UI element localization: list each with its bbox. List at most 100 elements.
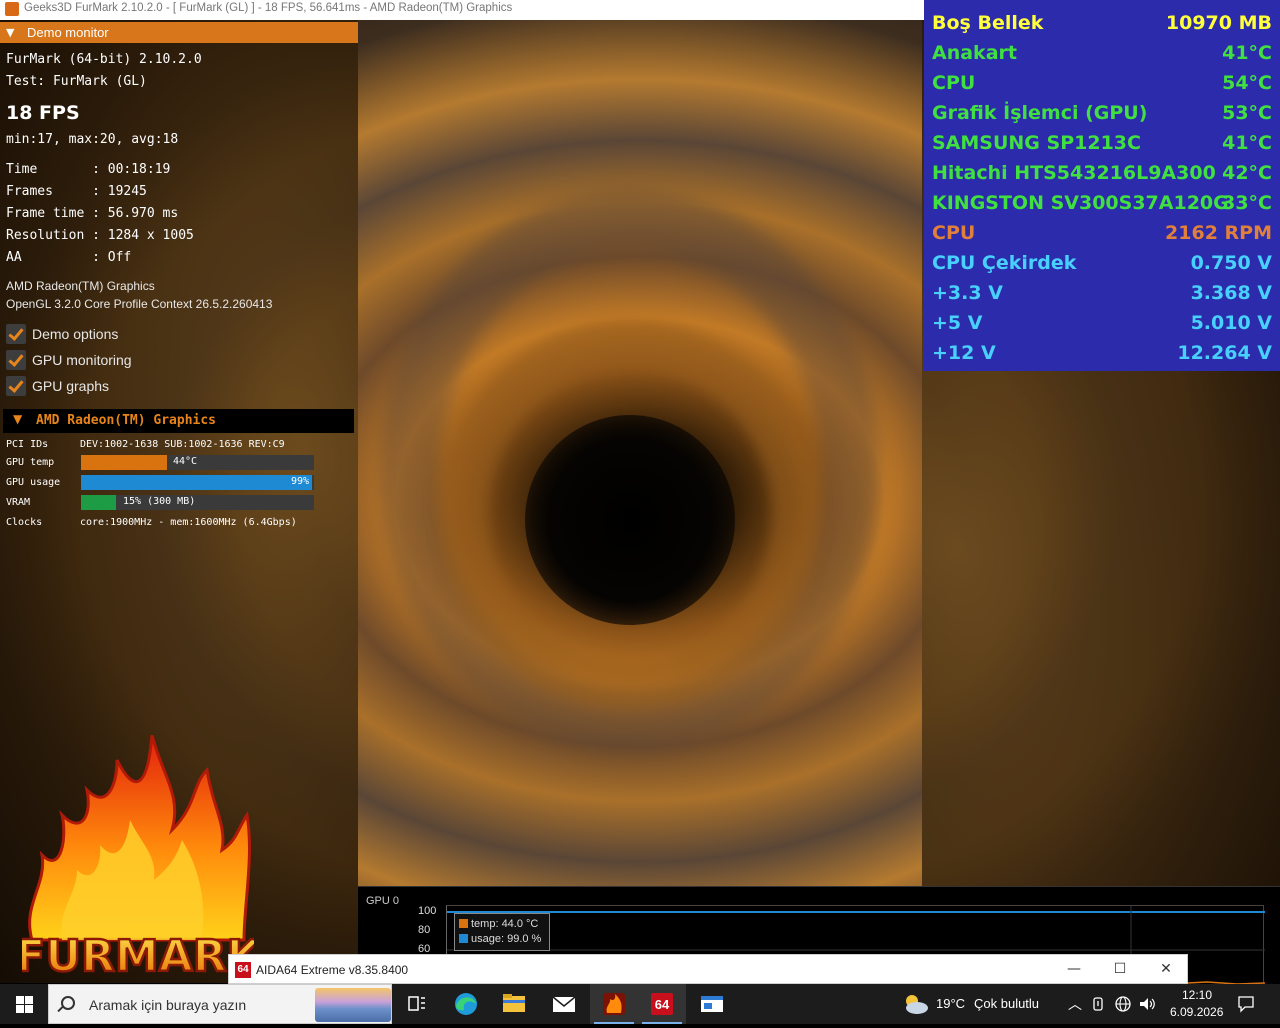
osd-row-label: SAMSUNG SP1213C [932,132,1141,154]
osd-row-label: CPU [932,222,976,244]
osd-row: Grafik İşlemci (GPU) 53°C [932,98,1272,128]
gpu-graphs-label[interactable]: GPU graphs [32,378,109,394]
gpu-panel-header[interactable]: ▼ AMD Radeon(TM) Graphics [3,409,354,433]
osd-row-label: Hitachi HTS543216L9A300 [932,162,1216,184]
gpu-temp-bar: 44°C [81,455,314,470]
gpu-panel-title: AMD Radeon(TM) Graphics [36,413,217,428]
osd-row: Hitachi HTS543216L9A300 42°C [932,158,1272,188]
gpu-usage-label: GPU usage [6,477,61,488]
taskbar-search-box[interactable]: Aramak için buraya yazın [48,984,392,1024]
osd-row-label: +5 V [932,312,983,334]
collapse-triangle-icon: ▼ [13,412,23,426]
y-tick-80: 80 [418,924,431,936]
osd-row-value: 33°C [1222,192,1272,214]
pci-value: DEV:1002-1638 SUB:1002-1636 REV:C9 [80,439,285,450]
app-version: FurMark (64-bit) 2.10.2.0 [6,52,202,67]
clock-time[interactable]: 12:10 [1182,988,1212,1002]
minimize-button[interactable]: — [1051,955,1097,985]
usb-device-icon[interactable] [1090,996,1106,1012]
stat-row-aa: AA : Off [6,250,132,265]
taskbar-app-window[interactable] [688,984,736,1024]
vram-label: VRAM [6,497,31,508]
network-globe-icon[interactable] [1114,995,1132,1013]
gpu-usage-bar-fill [81,475,312,490]
gpu-name: AMD Radeon(TM) Graphics [6,279,155,293]
taskbar-file-explorer[interactable] [490,984,538,1024]
clocks-label: Clocks [6,517,43,528]
taskbar-edge[interactable] [442,984,490,1024]
vram-bar: 15% (300 MB) [81,495,314,510]
windows-taskbar: Aramak için buraya yazın 64 19°C Çok bul… [0,984,1280,1024]
osd-row-value: 54°C [1222,72,1272,94]
gpu-temp-bar-fill [81,455,168,470]
gpu-monitoring-checkbox[interactable] [6,350,26,370]
osd-row: +3.3 V 3.368 V [932,278,1272,308]
pci-label: PCI IDs [6,439,49,450]
weather-cloud-icon[interactable] [902,992,930,1016]
osd-row-value: 2162 RPM [1165,222,1272,244]
demo-monitor-header[interactable]: ▼ Demo monitor [0,22,358,43]
app-window-icon [701,996,723,1012]
legend-temp: temp: 44.0 °C [459,918,538,930]
demo-monitor-label: Demo monitor [27,25,109,40]
system-tray: 19°C Çok bulutlu ︿ 12:10 6.09.2026 [890,984,1280,1024]
gpu-graphs-checkbox[interactable] [6,376,26,396]
test-name: Test: FurMark (GL) [6,74,147,89]
collapse-triangle-icon: ▼ [6,26,15,39]
osd-row-value: 10970 MB [1165,12,1272,34]
y-tick-100: 100 [418,905,437,917]
show-hidden-icons-chevron-icon[interactable]: ︿ [1068,994,1082,1014]
aida64-osd-panel: Boş Bellek 10970 MB Anakart 41°C CPU 54°C Graf… [924,0,1280,371]
gpu-temp-value: 44°C [173,456,198,467]
weather-temperature[interactable]: 19°C [936,996,965,1011]
fps-stats: min:17, max:20, avg:18 [6,132,179,147]
aida64-app-icon: 64 [235,962,251,978]
osd-row-value: 41°C [1222,132,1272,154]
osd-row: +5 V 5.010 V [932,308,1272,338]
gpu-graph-title: GPU 0 [366,895,400,907]
start-button[interactable] [0,984,48,1024]
osd-row: Boş Bellek 10970 MB [932,8,1272,38]
osd-row-value: 5.010 V [1190,312,1272,334]
demo-options-label[interactable]: Demo options [32,326,118,342]
task-view-button[interactable] [392,984,440,1024]
osd-row-label: KINGSTON SV300S37A120G [932,192,1229,214]
stat-row-resolution: Resolution : 1284 x 1005 [6,228,194,243]
vram-bar-fill [81,495,116,510]
osd-row-label: CPU Çekirdek [932,252,1077,274]
aida64-taskbar-icon: 64 [651,993,673,1015]
demo-options-checkbox[interactable] [6,324,26,344]
osd-row: SAMSUNG SP1213C 41°C [932,128,1272,158]
clock-date[interactable]: 6.09.2026 [1170,1005,1223,1019]
osd-row-label: CPU [932,72,976,94]
volume-speaker-icon[interactable] [1138,995,1156,1013]
task-view-icon [408,996,425,1011]
osd-row-label: +12 V [932,342,996,364]
gpu-usage-value: 99% [291,476,310,487]
notifications-icon[interactable] [1236,994,1256,1014]
search-icon [61,996,75,1010]
gl-context: OpenGL 3.2.0 Core Profile Context 26.5.2… [6,297,273,311]
stat-row-frame-time: Frame time : 56.970 ms [6,206,179,221]
osd-row-label: +3.3 V [932,282,1003,304]
osd-row: CPU Çekirdek 0.750 V [932,248,1272,278]
taskbar-mail[interactable] [540,984,588,1024]
taskbar-aida64[interactable]: 64 [638,984,686,1024]
taskbar-furmark[interactable] [590,984,638,1024]
fur-center [525,415,735,625]
gpu-graph-legend: temp: 44.0 °C usage: 99.0 % [454,913,550,951]
close-button[interactable]: ✕ [1143,955,1189,985]
furmark-flame-logo-icon: FURMARK [14,734,264,983]
gpu-usage-bar: 99% [81,475,314,490]
clocks-value: core:1900MHz - mem:1600MHz (6.4Gbps) [80,517,297,528]
osd-row-value: 42°C [1222,162,1272,184]
aida64-window[interactable]: 64 AIDA64 Extreme v8.35.8400 — ☐ ✕ [228,954,1188,984]
gpu-temp-label: GPU temp [6,457,55,468]
osd-row-label: Anakart [932,42,1017,64]
osd-row-label: Grafik İşlemci (GPU) [932,102,1148,124]
osd-row: CPU 2162 RPM [932,218,1272,248]
furmark-logo: FURMARK [14,734,264,983]
gpu-monitoring-label[interactable]: GPU monitoring [32,352,132,368]
maximize-button[interactable]: ☐ [1097,955,1143,985]
weather-condition[interactable]: Çok bulutlu [974,996,1039,1011]
